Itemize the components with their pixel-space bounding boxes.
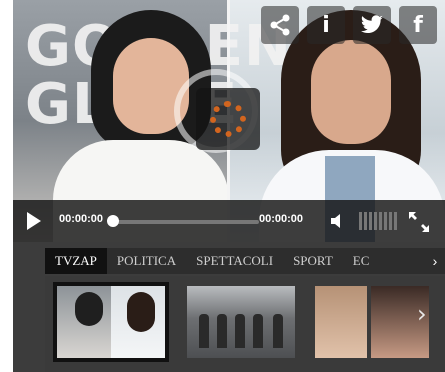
video-thumbnail-strip <box>45 276 445 372</box>
share-button[interactable] <box>261 6 299 44</box>
thumbnail-figure <box>273 314 283 348</box>
volume-bar <box>369 212 372 230</box>
seek-bar[interactable] <box>109 220 259 224</box>
thumbnail-figure <box>253 314 263 348</box>
info-icon: i <box>322 12 330 38</box>
category-tabs: TVZAP POLITICA SPETTACOLI SPORT EC <box>45 248 445 274</box>
twitter-button[interactable] <box>353 6 391 44</box>
tab-ec[interactable]: EC <box>343 248 380 274</box>
loading-indicator <box>196 88 260 150</box>
current-time: 00:00:00 <box>59 213 104 225</box>
volume-bar <box>389 212 392 230</box>
volume-bar <box>359 212 362 230</box>
volume-bar <box>384 212 387 230</box>
volume-bar <box>374 212 377 230</box>
video-thumbnail[interactable] <box>53 282 169 362</box>
thumbnail-figure <box>199 314 209 348</box>
twitter-icon <box>360 15 383 34</box>
thumbnail-left-image <box>315 286 367 358</box>
volume-bar <box>364 212 367 230</box>
video-player: GOLDEN GLOBE i f <box>13 0 445 372</box>
thumbnail-figure <box>127 292 155 332</box>
thumbnails-next-icon[interactable]: › <box>417 300 427 328</box>
facebook-icon: f <box>413 12 423 38</box>
tab-sport[interactable]: SPORT <box>283 248 343 274</box>
volume-bar <box>394 212 397 230</box>
control-bar: 00:00:00 00:00:00 <box>13 200 445 242</box>
spinner-icon <box>210 101 246 137</box>
video-thumbnail[interactable] <box>315 286 429 358</box>
volume-icon[interactable] <box>331 214 343 228</box>
fullscreen-icon[interactable] <box>409 212 429 232</box>
facebook-button[interactable]: f <box>399 6 437 44</box>
video-frame[interactable]: GOLDEN GLOBE i f <box>13 0 445 242</box>
volume-slider[interactable] <box>359 212 397 230</box>
tab-tvzap[interactable]: TVZAP <box>45 248 107 274</box>
person-right-face <box>311 40 391 144</box>
seek-handle[interactable] <box>107 215 119 227</box>
share-icon <box>270 14 290 36</box>
thumbnail-figure <box>75 292 103 326</box>
tab-politica[interactable]: POLITICA <box>107 248 186 274</box>
volume-bar <box>379 212 382 230</box>
video-thumbnail[interactable] <box>187 286 295 358</box>
thumbnail-figure <box>217 314 227 348</box>
duration: 00:00:00 <box>259 213 304 225</box>
tabs-next-icon[interactable]: › <box>425 248 445 274</box>
info-button[interactable]: i <box>307 6 345 44</box>
tab-spettacoli[interactable]: SPETTACOLI <box>186 248 283 274</box>
thumbnail-figure <box>235 314 245 348</box>
play-icon[interactable] <box>27 212 41 230</box>
share-toolbar: i f <box>261 6 437 44</box>
